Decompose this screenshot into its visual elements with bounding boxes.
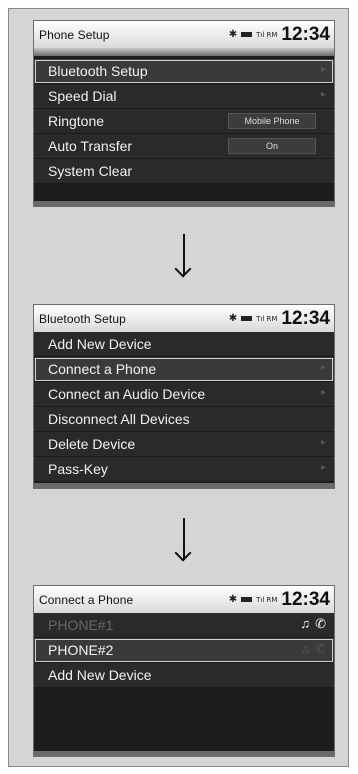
phone-capabilities: ♫ ✆ <box>300 641 326 657</box>
menu-item-label: Delete Device <box>48 436 136 452</box>
menu-item-label: Add New Device <box>48 336 152 352</box>
connect-a-phone-screen: Connect a Phone ✱ Tıl RM 12:34 PHONE#1 ♫… <box>33 585 335 757</box>
arrow-down-icon <box>174 234 195 278</box>
menu-item-delete-device[interactable]: Delete Device ▸ <box>34 432 334 457</box>
chevron-right-icon: ▸ <box>320 462 326 473</box>
menu-item-pass-key[interactable]: Pass-Key ▸ <box>34 457 334 482</box>
scroll-track <box>34 483 334 488</box>
battery-icon <box>241 32 253 37</box>
bluetooth-setup-screen: Bluetooth Setup ✱ Tıl RM 12:34 Add New D… <box>33 304 335 489</box>
music-note-icon: ♫ <box>300 616 311 631</box>
phone-icon: ✆ <box>315 641 326 656</box>
screen-title: Connect a Phone <box>39 593 134 607</box>
screen-title: Bluetooth Setup <box>39 312 126 326</box>
phone-capabilities: ♫ ✆ <box>300 616 326 632</box>
battery-icon <box>241 597 253 602</box>
clock: 12:34 <box>281 308 330 329</box>
menu-item-add-new-device[interactable]: Add New Device <box>34 332 334 357</box>
arrow-down-icon <box>174 518 195 562</box>
clock: 12:34 <box>281 589 330 610</box>
signal-text: Tıl RM <box>256 314 278 323</box>
music-note-icon: ♫ <box>300 641 311 656</box>
signal-text: Tıl RM <box>256 595 278 604</box>
phone-label: PHONE#2 <box>48 642 114 658</box>
phone-label: PHONE#1 <box>48 617 114 633</box>
chevron-right-icon: ▸ <box>320 89 326 100</box>
scroll-track <box>34 201 334 206</box>
phone-icon: ✆ <box>315 616 326 631</box>
menu-item-label: Pass-Key <box>48 461 108 477</box>
menu-item-label: Bluetooth Setup <box>48 63 148 79</box>
menu-item-label: Disconnect All Devices <box>48 411 190 427</box>
menu-item-speed-dial[interactable]: Speed Dial ▸ <box>34 84 334 109</box>
phone-item-add-new-device[interactable]: Add New Device <box>34 663 334 688</box>
bluetooth-icon: ✱ <box>228 593 238 605</box>
scroll-track <box>34 751 334 756</box>
chevron-right-icon: ▸ <box>320 64 326 75</box>
status-bar: ✱ Tıl RM 12:34 <box>229 305 330 332</box>
status-bar: ✱ Tıl RM 12:34 <box>229 21 330 48</box>
battery-icon <box>241 316 253 321</box>
phone-list: PHONE#1 ♫ ✆ PHONE#2 ♫ ✆ Add New Device <box>34 613 334 688</box>
chevron-right-icon: ▸ <box>320 387 326 398</box>
bluetooth-icon: ✱ <box>228 312 238 324</box>
menu-list: Add New Device Connect a Phone ▸ Connect… <box>34 332 334 482</box>
auto-transfer-value: On <box>228 138 316 154</box>
menu-item-label: Ringtone <box>48 113 105 129</box>
phone-item-2[interactable]: PHONE#2 ♫ ✆ <box>34 638 334 663</box>
menu-item-connect-audio-device[interactable]: Connect an Audio Device ▸ <box>34 382 334 407</box>
clock: 12:34 <box>281 24 330 45</box>
menu-item-connect-a-phone[interactable]: Connect a Phone ▸ <box>34 357 334 382</box>
menu-item-system-clear[interactable]: System Clear <box>34 159 334 184</box>
menu-list: Bluetooth Setup ▸ Speed Dial ▸ Ringtone … <box>34 59 334 184</box>
menu-item-label: Connect an Audio Device <box>48 386 206 402</box>
menu-item-label: System Clear <box>48 163 133 179</box>
menu-item-bluetooth-setup[interactable]: Bluetooth Setup ▸ <box>34 59 334 84</box>
menu-item-auto-transfer[interactable]: Auto Transfer On <box>34 134 334 159</box>
ringtone-value: Mobile Phone <box>228 113 316 129</box>
phone-setup-screen: Phone Setup ✱ Tıl RM 12:34 Bluetooth Set… <box>33 20 335 207</box>
header-divider <box>34 48 334 56</box>
screen-header: Bluetooth Setup ✱ Tıl RM 12:34 <box>34 305 334 332</box>
menu-item-label: Connect a Phone <box>48 361 157 377</box>
screen-header: Connect a Phone ✱ Tıl RM 12:34 <box>34 586 334 613</box>
phone-label: Add New Device <box>48 667 152 683</box>
menu-item-disconnect-all[interactable]: Disconnect All Devices <box>34 407 334 432</box>
bluetooth-icon: ✱ <box>228 28 238 40</box>
phone-item-1[interactable]: PHONE#1 ♫ ✆ <box>34 613 334 638</box>
menu-item-label: Auto Transfer <box>48 138 133 154</box>
signal-text: Tıl RM <box>256 30 278 39</box>
status-bar: ✱ Tıl RM 12:34 <box>229 586 330 613</box>
chevron-right-icon: ▸ <box>320 437 326 448</box>
menu-item-ringtone[interactable]: Ringtone Mobile Phone <box>34 109 334 134</box>
screen-header: Phone Setup ✱ Tıl RM 12:34 <box>34 21 334 48</box>
menu-item-label: Speed Dial <box>48 88 117 104</box>
chevron-right-icon: ▸ <box>320 362 326 373</box>
screen-title: Phone Setup <box>39 28 110 42</box>
